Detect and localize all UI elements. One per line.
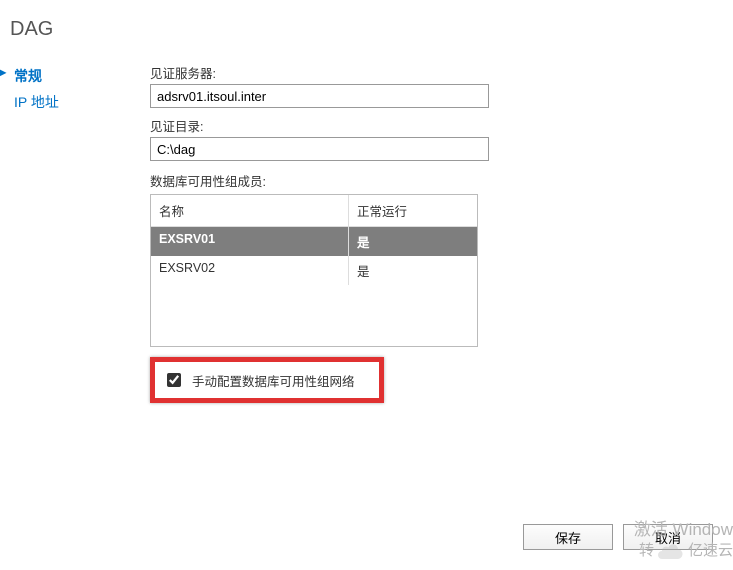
table-header: 名称 正常运行 xyxy=(151,195,477,226)
manual-config-label: 手动配置数据库可用性组网络 xyxy=(192,371,355,390)
page-title: DAG xyxy=(0,0,733,41)
witness-server-input[interactable] xyxy=(150,84,489,108)
sidebar: 常规 IP 地址 xyxy=(0,63,150,403)
cell-name: EXSRV01 xyxy=(151,227,349,256)
table-row[interactable]: EXSRV01 是 xyxy=(151,227,477,256)
column-header-name[interactable]: 名称 xyxy=(151,195,349,226)
witness-server-label: 见证服务器: xyxy=(150,63,713,82)
members-label: 数据库可用性组成员: xyxy=(150,171,713,190)
manual-config-checkbox-wrap[interactable]: 手动配置数据库可用性组网络 xyxy=(163,370,371,390)
cell-status: 是 xyxy=(349,256,477,285)
cell-status: 是 xyxy=(349,227,477,256)
members-table: 名称 正常运行 EXSRV01 是 EXSRV02 是 xyxy=(150,194,478,347)
sidebar-item-ip-address[interactable]: IP 地址 xyxy=(8,89,150,115)
save-button[interactable]: 保存 xyxy=(523,524,613,550)
cancel-button[interactable]: 取消 xyxy=(623,524,713,550)
sidebar-item-general[interactable]: 常规 xyxy=(8,63,150,89)
witness-directory-label: 见证目录: xyxy=(150,116,713,135)
table-row[interactable]: EXSRV02 是 xyxy=(151,256,477,285)
column-header-status[interactable]: 正常运行 xyxy=(349,195,477,226)
highlight-box: 手动配置数据库可用性组网络 xyxy=(150,357,384,403)
main-panel: 见证服务器: 见证目录: 数据库可用性组成员: 名称 正常运行 EXSRV01 … xyxy=(150,63,733,403)
footer-buttons: 保存 取消 xyxy=(523,524,713,550)
cell-name: EXSRV02 xyxy=(151,256,349,285)
witness-directory-input[interactable] xyxy=(150,137,489,161)
table-body[interactable]: EXSRV01 是 EXSRV02 是 xyxy=(151,226,477,346)
manual-config-checkbox[interactable] xyxy=(167,373,181,387)
